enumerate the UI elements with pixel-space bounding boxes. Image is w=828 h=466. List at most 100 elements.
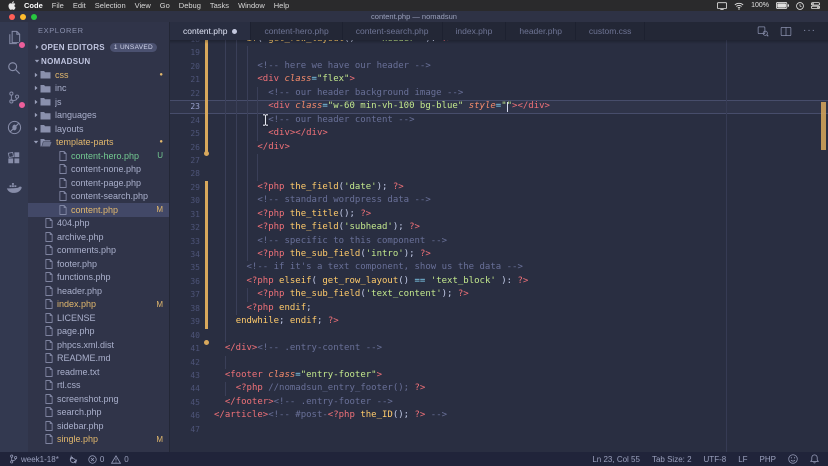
code-line-25[interactable]: 25 <div></div> — [170, 127, 828, 140]
line-number[interactable]: 42 — [170, 356, 200, 369]
menu-help[interactable]: Help — [274, 1, 289, 10]
line-number[interactable]: 27 — [170, 154, 200, 167]
code-line-21[interactable]: 21 <div class="flex"> — [170, 73, 828, 86]
menu-selection[interactable]: Selection — [95, 1, 126, 10]
folder-languages[interactable]: languages — [28, 109, 169, 123]
file-404.php[interactable]: 404.php — [28, 217, 169, 231]
menu-file[interactable]: File — [52, 1, 64, 10]
code-line-43[interactable]: 43 <footer class="entry-footer"> — [170, 369, 828, 382]
menu-edit[interactable]: Edit — [73, 1, 86, 10]
code-line-26[interactable]: 26 </div> — [170, 141, 828, 154]
folder-layouts[interactable]: layouts — [28, 122, 169, 136]
file-content-none.php[interactable]: content-none.php — [28, 163, 169, 177]
file-archive.php[interactable]: archive.php — [28, 230, 169, 244]
folder-js[interactable]: js — [28, 95, 169, 109]
tab-index.php[interactable]: index.php — [443, 22, 507, 40]
encoding-item[interactable]: UTF-8 — [704, 455, 727, 464]
line-number[interactable]: 45 — [170, 396, 200, 409]
code-line-38[interactable]: 38 <?php endif; — [170, 302, 828, 315]
folder-inc[interactable]: inc — [28, 82, 169, 96]
line-number[interactable]: 24 — [170, 114, 200, 127]
tab-header.php[interactable]: header.php — [506, 22, 576, 40]
file-content-page.php[interactable]: content-page.php — [28, 176, 169, 190]
code-line-32[interactable]: 32 <?php the_field('subhead'); ?> — [170, 221, 828, 234]
code-line-29[interactable]: 29 <?php the_field('date'); ?> — [170, 181, 828, 194]
code-line-33[interactable]: 33 <!-- specific to this component --> — [170, 235, 828, 248]
file-comments.php[interactable]: comments.php — [28, 244, 169, 258]
file-content-search.php[interactable]: content-search.php — [28, 190, 169, 204]
file-rtl.css[interactable]: rtl.css — [28, 379, 169, 393]
cursor-position-item[interactable]: Ln 23, Col 55 — [592, 455, 640, 464]
menu-go[interactable]: Go — [160, 1, 170, 10]
line-number[interactable]: 25 — [170, 127, 200, 140]
line-number[interactable]: 40 — [170, 329, 200, 342]
line-number[interactable]: 38 — [170, 302, 200, 315]
search-icon[interactable] — [6, 59, 23, 76]
zoom-window-button[interactable] — [31, 14, 37, 20]
unsaved-dot[interactable] — [232, 29, 237, 34]
menu-tasks[interactable]: Tasks — [210, 1, 229, 10]
code-line-31[interactable]: 31 <?php the_title(); ?> — [170, 208, 828, 221]
code-line-42[interactable]: 42 — [170, 356, 828, 369]
file-README.md[interactable]: README.md — [28, 352, 169, 366]
problems-item[interactable]: 0 0 — [88, 455, 129, 464]
code-line-35[interactable]: 35 <!-- if it's a text component, show u… — [170, 261, 828, 274]
display-icon[interactable] — [717, 2, 727, 10]
code-line-46[interactable]: 46</article><!-- #post-<?php the_ID(); ?… — [170, 409, 828, 422]
file-page.php[interactable]: page.php — [28, 325, 169, 339]
line-number[interactable]: 29 — [170, 181, 200, 194]
tab-content-search.php[interactable]: content-search.php — [343, 22, 443, 40]
line-number[interactable]: 36 — [170, 275, 200, 288]
tab-custom.css[interactable]: custom.css — [576, 22, 646, 40]
minimize-window-button[interactable] — [20, 14, 26, 20]
open-editors-section[interactable]: OPEN EDITORS 1 UNSAVED — [28, 40, 169, 54]
file-content-hero.php[interactable]: content-hero.phpU — [28, 149, 169, 163]
file-readme.txt[interactable]: readme.txt — [28, 365, 169, 379]
line-number[interactable]: 46 — [170, 409, 200, 422]
menu-debug[interactable]: Debug — [179, 1, 201, 10]
wifi-icon[interactable] — [734, 2, 744, 10]
git-branch-item[interactable]: week1-18* — [9, 454, 59, 464]
line-number[interactable]: 28 — [170, 167, 200, 180]
close-window-button[interactable] — [9, 14, 15, 20]
apple-logo-icon[interactable] — [8, 1, 16, 10]
control-center-icon[interactable] — [811, 2, 820, 9]
code-line-23[interactable]: 23 <div class="w-60 min-vh-100 bg-blue" … — [170, 100, 828, 113]
line-number[interactable]: 44 — [170, 382, 200, 395]
menu-window[interactable]: Window — [238, 1, 265, 10]
code-line-27[interactable]: 27 — [170, 154, 828, 167]
tab-content-hero.php[interactable]: content-hero.php — [251, 22, 342, 40]
source-control-icon[interactable] — [6, 89, 23, 106]
file-sidebar.php[interactable]: sidebar.php — [28, 419, 169, 433]
file-search.php[interactable]: search.php — [28, 406, 169, 420]
code-line-34[interactable]: 34 <?php the_sub_field('intro'); ?> — [170, 248, 828, 261]
line-number[interactable]: 19 — [170, 46, 200, 59]
indentation-item[interactable]: Tab Size: 2 — [652, 455, 692, 464]
clock-icon[interactable] — [796, 2, 804, 10]
line-number[interactable]: 26 — [170, 141, 200, 154]
extensions-icon[interactable] — [6, 149, 23, 166]
line-number[interactable]: 35 — [170, 261, 200, 274]
file-LICENSE[interactable]: LICENSE — [28, 311, 169, 325]
folder-template-parts[interactable]: template-parts● — [28, 136, 169, 150]
code-line-45[interactable]: 45 </footer><!-- .entry-footer --> — [170, 396, 828, 409]
code-line-40[interactable]: 40 — [170, 329, 828, 342]
code-line-20[interactable]: 20 <!-- here we have our header --> — [170, 60, 828, 73]
open-preview-icon[interactable] — [757, 25, 769, 37]
line-number[interactable]: 43 — [170, 369, 200, 382]
code-line-44[interactable]: 44 <?php //nomadsun_entry_footer(); ?> — [170, 382, 828, 395]
eol-item[interactable]: LF — [738, 455, 747, 464]
line-number[interactable]: 41 — [170, 342, 200, 355]
code-line-28[interactable]: 28 — [170, 167, 828, 180]
file-single.php[interactable]: single.phpM — [28, 433, 169, 447]
code-line-47[interactable]: 47 — [170, 423, 828, 436]
file-index.php[interactable]: index.phpM — [28, 298, 169, 312]
code-editor[interactable]: 18 if( get_row_layout() == 'header' ): ?… — [170, 40, 828, 452]
line-number[interactable]: 47 — [170, 423, 200, 436]
code-line-22[interactable]: 22 <!-- our header background image --> — [170, 87, 828, 100]
debug-icon[interactable] — [6, 119, 23, 136]
line-number[interactable]: 23 — [170, 100, 200, 113]
docker-icon[interactable] — [6, 179, 23, 196]
line-number[interactable]: 22 — [170, 87, 200, 100]
file-content.php[interactable]: content.phpM — [28, 203, 169, 217]
